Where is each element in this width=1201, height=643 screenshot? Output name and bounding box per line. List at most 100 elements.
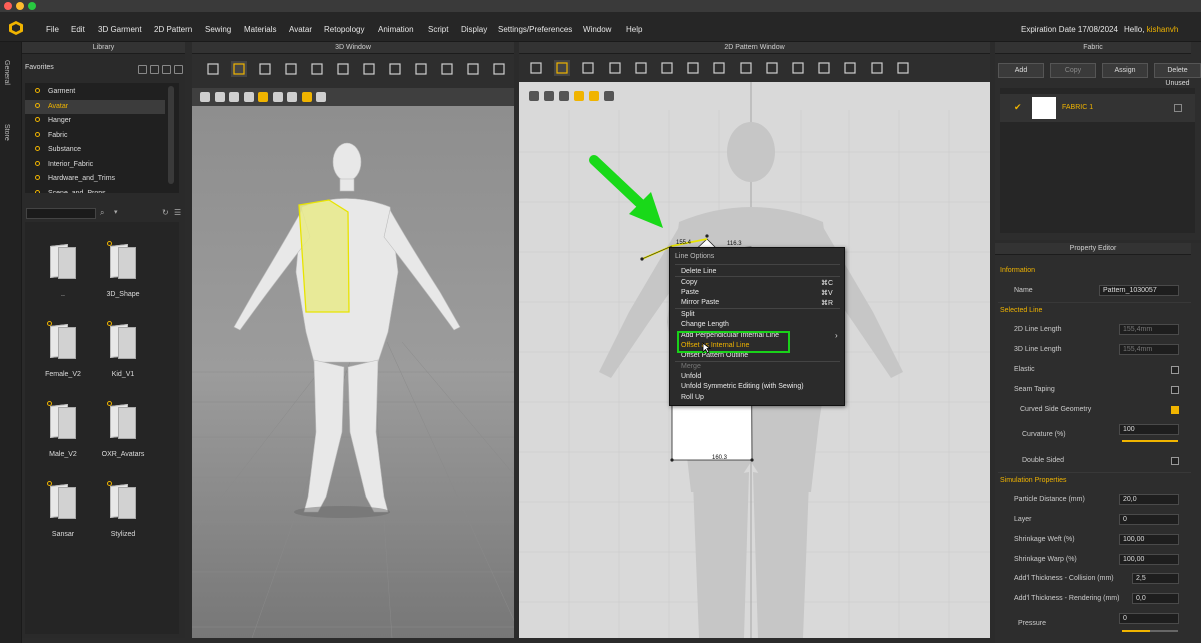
shirt-icon[interactable] — [335, 61, 351, 77]
layer-field[interactable]: 0 — [1119, 514, 1179, 525]
menu-script[interactable]: Script — [428, 25, 448, 34]
folder-icon[interactable] — [47, 321, 76, 359]
fold-icon[interactable] — [764, 60, 780, 76]
pressure-field[interactable]: 0 — [1119, 613, 1179, 624]
information-section[interactable]: Information — [1000, 267, 1035, 274]
library-scrollbar[interactable] — [168, 86, 174, 184]
curved-side-geometry-checkbox[interactable] — [1171, 406, 1179, 414]
menu-animation[interactable]: Animation — [378, 25, 414, 34]
baste-icon[interactable] — [816, 60, 832, 76]
folder-label[interactable]: 3D_Shape — [93, 290, 153, 299]
pin-icon[interactable] — [387, 61, 403, 77]
library-item-garment[interactable]: Garment — [35, 85, 75, 99]
folder-label[interactable]: Male_V2 — [33, 450, 93, 459]
menu-item-split[interactable]: Split — [681, 311, 695, 318]
folder-icon[interactable] — [107, 321, 136, 359]
download-icon[interactable] — [150, 65, 159, 74]
transform-icon[interactable] — [205, 61, 221, 77]
measure-icon[interactable] — [272, 92, 283, 102]
menu-item-mirror-paste[interactable]: Mirror Paste — [681, 299, 719, 306]
line-icon[interactable] — [309, 61, 325, 77]
rendering-thickness-field[interactable]: 0,0 — [1132, 593, 1179, 604]
export-icon[interactable] — [604, 91, 614, 101]
menu-item-unfold-symmetric-editing-with-sewing[interactable]: Unfold Symmetric Editing (with Sewing) — [681, 383, 804, 390]
point-icon[interactable] — [257, 61, 273, 77]
menu-item-paste[interactable]: Paste — [681, 289, 699, 296]
menu-edit[interactable]: Edit — [71, 25, 85, 34]
favorites-label[interactable]: Favorites — [25, 64, 54, 71]
pin-icon[interactable] — [790, 60, 806, 76]
refresh-icon[interactable] — [174, 65, 183, 74]
library-item-hanger[interactable]: Hanger — [35, 114, 71, 128]
brush-icon[interactable] — [465, 61, 481, 77]
maximize-window-button[interactable] — [28, 2, 36, 10]
garment-pattern-3d[interactable] — [298, 199, 350, 313]
menu-settings-preferences[interactable]: Settings/Preferences — [498, 25, 572, 34]
list-view-icon[interactable]: ☰ — [174, 208, 181, 217]
tack-icon[interactable] — [413, 61, 429, 77]
menu-sewing[interactable]: Sewing — [205, 25, 231, 34]
particle-distance-field[interactable]: 20,0 — [1119, 494, 1179, 505]
elastic-checkbox[interactable] — [1171, 366, 1179, 374]
home-icon[interactable] — [138, 65, 147, 74]
curve-icon[interactable] — [659, 60, 675, 76]
folder-icon[interactable] — [47, 401, 76, 439]
folder-label[interactable]: OXR_Avatars — [93, 450, 153, 459]
fabric-item[interactable]: ✔ FABRIC 1 — [1000, 94, 1195, 122]
menu-2d-pattern[interactable]: 2D Pattern — [154, 25, 192, 34]
pressure-label[interactable]: Pressure — [1018, 620, 1046, 627]
collision-thickness-field[interactable]: 2,5 — [1132, 573, 1179, 584]
transform-pattern-icon[interactable] — [554, 60, 571, 76]
export-icon[interactable] — [316, 92, 326, 102]
cube-icon[interactable] — [258, 92, 268, 102]
library-item-scene-and-props[interactable]: Scene_and_Props — [35, 187, 106, 193]
pressure-slider[interactable] — [1122, 630, 1150, 632]
3d-viewport[interactable] — [192, 42, 514, 638]
pattern-icon[interactable] — [559, 91, 569, 101]
double-sided-checkbox[interactable] — [1171, 457, 1179, 465]
2d-line-length-field[interactable]: 155,4mm — [1119, 324, 1179, 335]
library-item-substance[interactable]: Substance — [35, 143, 81, 157]
curvature-slider[interactable] — [1122, 440, 1178, 442]
edit-pattern-icon[interactable] — [528, 60, 544, 76]
refresh-icon[interactable]: ↻ — [162, 208, 169, 217]
chevron-down-icon[interactable]: ▾ — [114, 208, 118, 216]
folder-icon[interactable] — [50, 244, 76, 279]
tab-general[interactable]: General — [3, 60, 10, 85]
library-search-input[interactable] — [26, 208, 96, 219]
menu-item-copy[interactable]: Copy — [681, 279, 697, 286]
minimize-window-button[interactable] — [16, 2, 24, 10]
menu-avatar[interactable]: Avatar — [289, 25, 312, 34]
shape-icon[interactable] — [574, 91, 584, 101]
folder-icon[interactable] — [107, 241, 136, 279]
menu-display[interactable]: Display — [461, 25, 487, 34]
selected-line-section[interactable]: Selected Line — [1000, 307, 1042, 314]
menu-item-unfold[interactable]: Unfold — [681, 373, 701, 380]
folder-label[interactable]: .. — [33, 290, 93, 299]
select-icon[interactable] — [231, 61, 247, 77]
internal-line-icon[interactable] — [685, 60, 701, 76]
point-icon[interactable] — [633, 60, 649, 76]
add-icon[interactable] — [162, 65, 171, 74]
copy-icon[interactable] — [544, 91, 554, 101]
shrinkage-weft-field[interactable]: 100,00 — [1119, 534, 1179, 545]
sewing-icon[interactable] — [711, 60, 727, 76]
menu-item-change-length[interactable]: Change Length — [681, 321, 729, 328]
folder-icon[interactable] — [107, 481, 136, 519]
library-item-hardware-and-trims[interactable]: Hardware_and_Trims — [35, 172, 115, 186]
seam-icon[interactable] — [738, 60, 754, 76]
menu-window[interactable]: Window — [583, 25, 611, 34]
menu-item-offset-pattern-outline[interactable]: Offset Pattern Outline — [681, 352, 748, 359]
menu-item-roll-up[interactable]: Roll Up — [681, 394, 704, 401]
menu-3d-garment[interactable]: 3D Garment — [98, 25, 142, 34]
curvature-field[interactable]: 100 — [1119, 424, 1179, 435]
curved-side-geometry-label[interactable]: Curved Side Geometry — [1020, 406, 1091, 413]
folder-label[interactable]: Sansar — [33, 530, 93, 539]
select-icon[interactable] — [529, 91, 539, 101]
shirt-icon[interactable] — [895, 60, 911, 76]
menu-item-delete-line[interactable]: Delete Line — [681, 268, 716, 275]
avatar-icon[interactable] — [200, 92, 210, 102]
close-window-button[interactable] — [4, 2, 12, 10]
3d-line-length-field[interactable]: 155,4mm — [1119, 344, 1179, 355]
clothing-icon[interactable] — [214, 92, 225, 102]
